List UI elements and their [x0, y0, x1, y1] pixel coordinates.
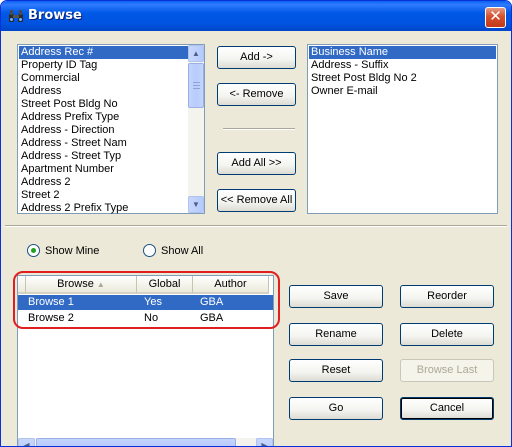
show-mine-label: Show Mine [45, 244, 100, 257]
delete-button[interactable]: Delete [400, 323, 494, 346]
available-fields-scrollbar[interactable]: ▲ ▼ [188, 45, 204, 213]
title-bar[interactable]: Browse ✕ [1, 1, 511, 31]
list-item[interactable]: Address - Street Nam [19, 137, 188, 150]
show-all-label: Show All [161, 244, 204, 257]
reset-button[interactable]: Reset [289, 359, 383, 382]
section-divider [5, 225, 507, 227]
selected-fields-items: Business Name Address - Suffix Street Post… [309, 46, 496, 98]
list-item[interactable]: Street Post Bldg No 2 [309, 72, 496, 85]
list-item[interactable]: Street Post Bldg No [19, 98, 188, 111]
browse-dialog: Browse ✕ Address Rec # Property ID Tag Com… [0, 0, 512, 447]
scroll-left-icon[interactable]: ◀ [18, 438, 35, 446]
list-item[interactable]: Address Prefix Type [19, 111, 188, 124]
remove-button[interactable]: <- Remove [217, 83, 296, 106]
button-separator [223, 128, 295, 130]
list-item[interactable]: Address 2 Prefix Type [19, 202, 188, 215]
scroll-thumb[interactable] [36, 438, 236, 446]
rename-button[interactable]: Rename [289, 323, 383, 346]
selected-fields-list[interactable]: Business Name Address - Suffix Street Post… [307, 44, 498, 214]
go-button[interactable]: Go [289, 397, 383, 420]
cancel-button[interactable]: Cancel [400, 397, 494, 420]
reorder-button[interactable]: Reorder [400, 285, 494, 308]
browse-last-button[interactable]: Browse Last [400, 359, 494, 382]
radio-dot [143, 244, 156, 257]
scroll-up-icon[interactable]: ▲ [188, 45, 204, 62]
list-item[interactable]: Property ID Tag [19, 59, 188, 72]
list-item[interactable]: Business Name [309, 46, 496, 59]
add-button[interactable]: Add -> [217, 46, 296, 69]
binoculars-icon [9, 10, 23, 22]
add-all-button[interactable]: Add All >> [217, 152, 296, 175]
list-item[interactable]: Street 2 [19, 189, 188, 202]
save-button[interactable]: Save [289, 285, 383, 308]
dialog-client-area: Address Rec # Property ID Tag Commercial Ad… [5, 31, 507, 446]
table-horizontal-scrollbar[interactable]: ◀ ▶ [18, 438, 273, 446]
list-item[interactable]: Owner E-mail [309, 85, 496, 98]
list-item[interactable]: Apartment Number [19, 163, 188, 176]
show-all-radio[interactable]: Show All [143, 244, 203, 257]
remove-all-button[interactable]: << Remove All [217, 189, 296, 212]
show-mine-radio[interactable]: Show Mine [27, 244, 99, 257]
list-item[interactable]: Address [19, 85, 188, 98]
window-title: Browse [28, 8, 82, 23]
list-item[interactable]: Commercial [19, 72, 188, 85]
list-item[interactable]: Address 2 [19, 176, 188, 189]
list-item[interactable]: Address - Suffix [309, 59, 496, 72]
highlight-annotation [13, 271, 280, 329]
list-item[interactable]: Address - Direction [19, 124, 188, 137]
list-item[interactable]: Address Rec # [19, 46, 188, 59]
radio-dot [27, 244, 40, 257]
list-item[interactable]: Address - Street Typ [19, 150, 188, 163]
close-icon[interactable]: ✕ [485, 7, 506, 28]
scroll-thumb[interactable] [188, 63, 204, 108]
available-fields-list[interactable]: Address Rec # Property ID Tag Commercial Ad… [17, 44, 205, 214]
scroll-down-icon[interactable]: ▼ [188, 196, 204, 213]
scroll-right-icon[interactable]: ▶ [256, 438, 273, 446]
available-fields-items: Address Rec # Property ID Tag Commercial Ad… [19, 46, 188, 215]
